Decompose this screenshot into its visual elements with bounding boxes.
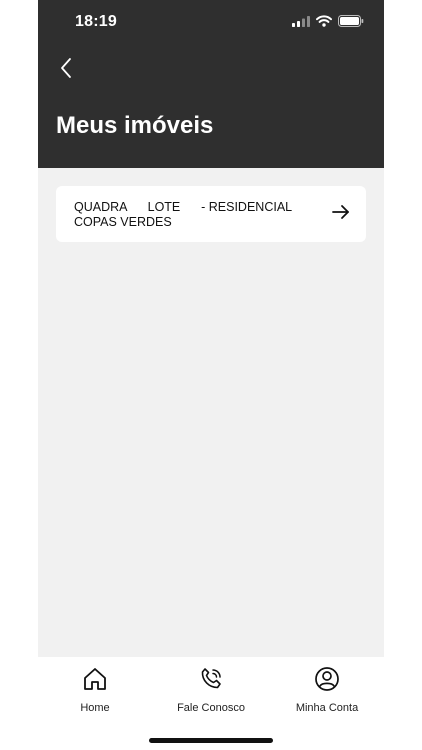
back-button[interactable] (54, 56, 78, 84)
chevron-left-icon (60, 57, 72, 84)
tab-home[interactable]: Home (40, 665, 150, 714)
property-card[interactable]: QUADRA LOTE - RESIDENCIAL COPAS VERDES (56, 186, 366, 242)
status-time: 18:19 (75, 13, 117, 30)
house-icon (81, 665, 109, 693)
header: 18:19 Meus imóveis (38, 0, 384, 168)
status-icons (292, 14, 364, 32)
home-indicator (149, 738, 273, 743)
phone-icon (197, 665, 225, 693)
tab-minha-conta-label: Minha Conta (295, 702, 359, 714)
user-circle-icon (313, 665, 341, 693)
tab-home-label: Home (80, 702, 110, 714)
tab-minha-conta[interactable]: Minha Conta (272, 665, 382, 714)
cellular-signal-icon (292, 14, 310, 32)
tab-fale-conosco[interactable]: Fale Conosco (156, 665, 266, 714)
page-title: Meus imóveis (56, 112, 214, 139)
app-window: 18:19 Meus imóveis QUADRA LOTE - RESIDEN… (38, 0, 384, 750)
wifi-icon (316, 14, 332, 32)
tab-fale-conosco-label: Fale Conosco (177, 702, 245, 714)
property-name: QUADRA LOTE - RESIDENCIAL COPAS VERDES (74, 200, 293, 229)
tab-bar: Home Fale Conosco Minha Conta (38, 657, 384, 750)
battery-icon (338, 14, 364, 32)
screen: 18:19 Meus imóveis QUADRA LOTE - RESIDEN… (0, 0, 422, 750)
arrow-right-icon (332, 204, 350, 225)
